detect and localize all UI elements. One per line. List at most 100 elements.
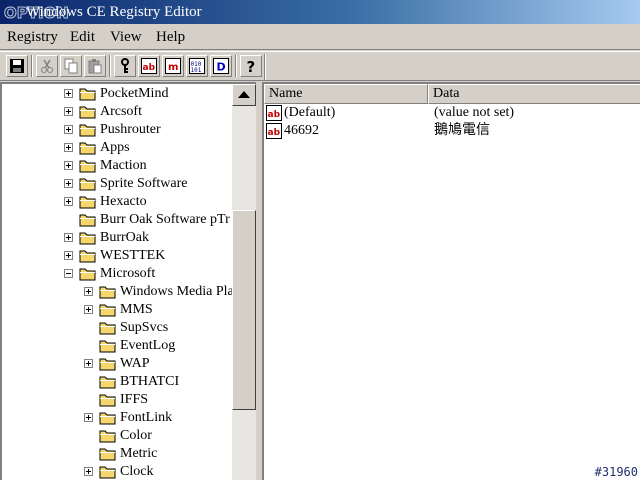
column-header-name[interactable]: Name [264,84,428,104]
expand-icon[interactable] [64,143,73,152]
window-title: Windows CE Registry Editor [26,4,202,20]
scroll-thumb[interactable] [232,210,256,410]
folder-icon [99,376,116,389]
tree-item-label: BurrOak [100,230,149,245]
help-button[interactable]: ? [240,55,262,77]
folder-icon [99,286,116,299]
folder-icon [99,358,116,371]
toolbar-separator [109,55,111,77]
folder-icon [79,88,96,101]
save-icon [10,59,24,73]
copy-button[interactable] [60,55,82,77]
folder-icon [99,394,116,407]
help-icon: ? [247,58,256,74]
expand-icon[interactable] [64,161,73,170]
menu-bar: Registry Edit View Help [0,24,640,50]
new-string-button[interactable]: ab [138,55,160,77]
multistring-value-icon: m [165,58,181,74]
column-header-data[interactable]: Data [428,84,640,104]
tree-item-label: Clock [120,464,154,479]
values-list[interactable]: Name Data ab (Default) (value not set) a… [262,82,640,480]
toolbar-separator [31,55,33,77]
folder-icon [79,196,96,209]
svg-text:m: m [168,62,178,73]
watermark: #31960 [594,465,638,479]
expand-icon[interactable] [64,233,73,242]
collapse-icon[interactable] [64,269,73,278]
expand-icon[interactable] [84,467,93,476]
tree-item-label: Apps [100,140,130,155]
expand-icon[interactable] [64,197,73,206]
tree-item-label: EventLog [120,338,176,353]
toolbar-end-divider [264,54,266,80]
scroll-up-button[interactable] [232,84,256,106]
tree-item-label: PocketMind [100,86,169,101]
new-binary-button[interactable]: 010 101 [186,55,208,77]
folder-icon [99,322,116,335]
list-item[interactable]: ab 46692 鵝鳩電信 [264,122,640,140]
value-data: (value not set) [434,105,515,120]
tree-item-label: Pushrouter [100,122,161,137]
menu-registry[interactable]: Registry [7,28,58,46]
tree-item-label: Sprite Software [100,176,188,191]
toolbar-separator [235,55,237,77]
svg-text:ab: ab [268,110,281,120]
expand-icon[interactable] [64,89,73,98]
tree-item-label: MMS [120,302,153,317]
cut-button[interactable] [36,55,58,77]
new-key-button[interactable] [114,55,136,77]
tree-item-label: Arcsoft [100,104,142,119]
dword-value-icon: D [213,58,229,74]
folder-icon [99,430,116,443]
paste-button[interactable] [84,55,106,77]
title-bar: OPTION Windows CE Registry Editor [0,0,640,24]
expand-icon[interactable] [84,413,93,422]
expand-icon[interactable] [64,107,73,116]
folder-icon [99,304,116,317]
tree-item-label: Microsoft [100,266,156,281]
expand-icon[interactable] [64,125,73,134]
menu-help[interactable]: Help [156,28,185,46]
paste-icon [88,59,102,74]
folder-icon [79,106,96,119]
menu-edit[interactable]: Edit [70,28,95,46]
tree-item-label: Metric [120,446,158,461]
svg-text:ab: ab [143,63,156,73]
value-name: (Default) [284,105,336,120]
key-icon [121,58,129,73]
expand-icon[interactable] [64,179,73,188]
tree-scrollbar[interactable] [232,84,256,480]
tree-item-label: Color [120,428,152,443]
svg-text:101: 101 [191,67,202,74]
copy-icon [64,58,78,74]
expand-icon[interactable] [84,305,93,314]
tree-item-label: Windows Media Pla [120,284,234,299]
cut-icon [41,59,53,73]
binary-value-icon: 010 101 [189,58,205,74]
folder-icon [79,250,96,263]
folder-icon [79,160,96,173]
svg-text:?: ? [247,58,256,74]
arrow-up-icon [238,91,250,98]
folder-icon [79,142,96,155]
tree-item-label: IFFS [120,392,149,407]
folder-icon [79,268,96,281]
list-item[interactable]: ab (Default) (value not set) [264,104,640,122]
expand-icon[interactable] [64,251,73,260]
tree-item-label: Burr Oak Software pTr [100,212,230,227]
expand-icon[interactable] [84,359,93,368]
tree-item-label: Maction [100,158,147,173]
registry-tree[interactable]: PocketMind Arcsoft Pushrouter Apps Maction Sp… [0,82,256,480]
menu-view[interactable]: View [110,28,142,46]
toolbar: ab m 010 101 D ? [0,51,640,81]
new-dword-button[interactable]: D [210,55,232,77]
tree-item-label: WESTTEK [100,248,166,263]
new-multistring-button[interactable]: m [162,55,184,77]
svg-text:D: D [217,61,226,74]
svg-text:ab: ab [268,128,281,138]
tree-item-label: Hexacto [100,194,147,209]
value-name: 46692 [284,123,319,138]
folder-icon [99,448,116,461]
save-button[interactable] [6,55,28,77]
expand-icon[interactable] [84,287,93,296]
